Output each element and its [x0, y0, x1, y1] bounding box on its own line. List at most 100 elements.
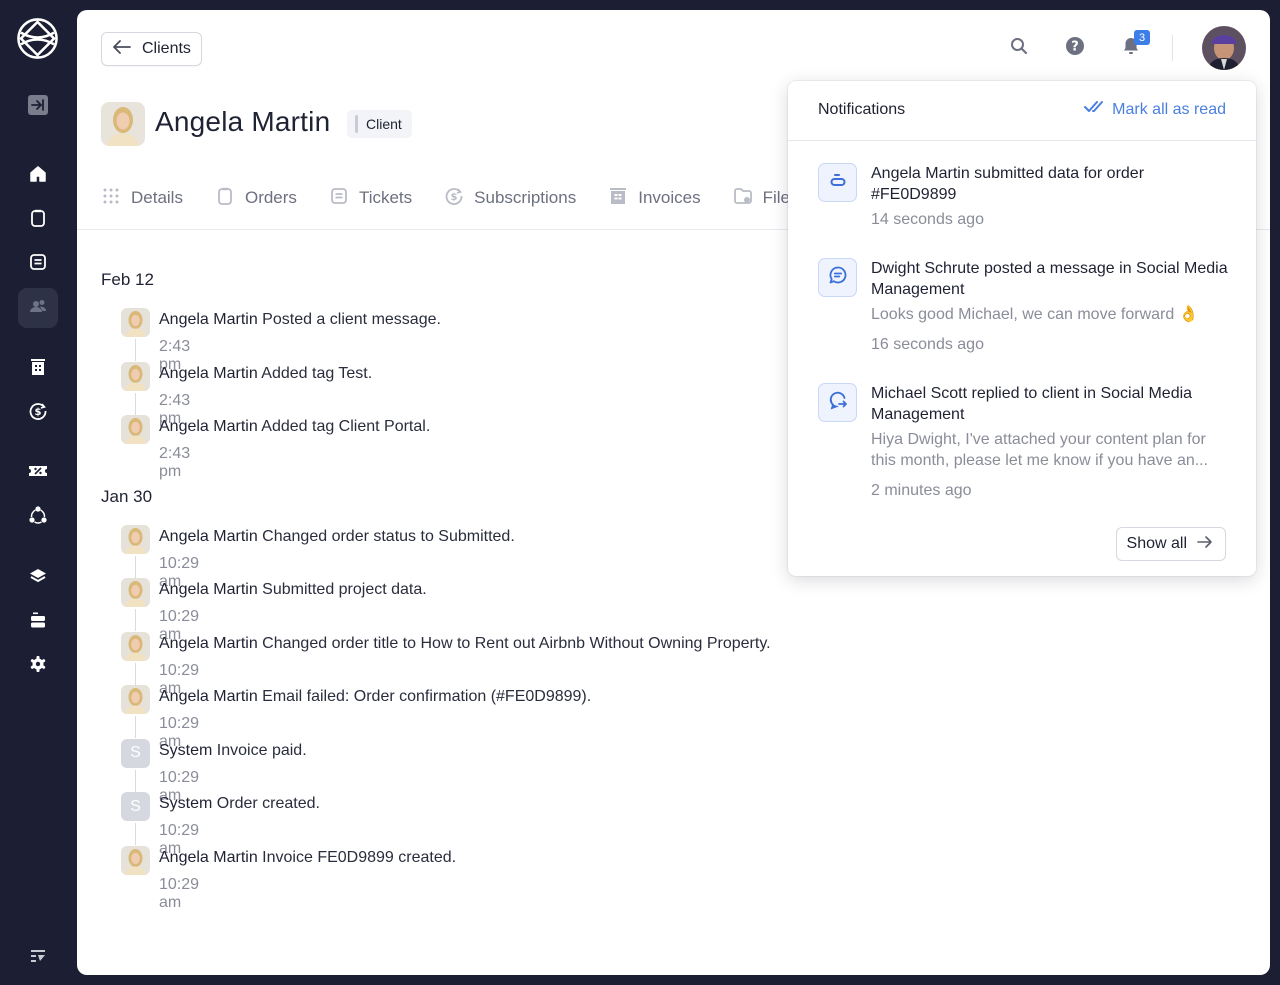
event-text: Added tag Client Portal. — [261, 418, 431, 435]
tab-label: Invoices — [638, 188, 701, 207]
sidebar-item-services[interactable] — [18, 558, 58, 598]
tab-label: Tickets — [358, 188, 413, 207]
sidebar-item-coupons[interactable] — [18, 453, 58, 493]
notifications-title: Notifications — [818, 101, 906, 118]
clipboard-icon — [215, 186, 235, 211]
arrow-left-icon — [112, 39, 132, 60]
timeline-connector — [135, 716, 136, 738]
role-badge-label: Client — [366, 116, 402, 132]
activity-events: Angela Martin Posted a client message. 2… — [121, 308, 441, 480]
ticket-message-icon — [329, 186, 349, 211]
tab-label: Details — [131, 188, 183, 207]
activity-event: Angela Martin Invoice FE0D9899 created. … — [121, 845, 456, 911]
client-role-badge: Client — [347, 110, 412, 138]
tab-orders[interactable]: Orders — [215, 186, 297, 210]
notification-icon-box — [818, 383, 857, 422]
notification-count-badge: 3 — [1134, 30, 1150, 45]
mark-all-read-label: Mark all as read — [1112, 100, 1226, 118]
notifications-dropdown: Notifications Mark all as read Angela Ma… — [788, 81, 1256, 576]
search-button[interactable] — [1007, 36, 1031, 60]
event-text: Order created. — [216, 795, 320, 812]
actor-name: Angela Martin — [159, 311, 258, 328]
help-button[interactable]: ? — [1063, 36, 1087, 60]
timeline-connector — [135, 609, 136, 631]
mark-all-read-button[interactable]: Mark all as read — [1084, 100, 1226, 119]
sidebar-item-home[interactable] — [18, 156, 58, 196]
actor-name: System — [159, 795, 213, 812]
double-check-icon — [1084, 100, 1106, 119]
invoice-icon — [28, 357, 48, 382]
actor-avatar — [121, 308, 150, 337]
activity-event: Angela Martin Email failed: Order confir… — [121, 685, 591, 750]
sidebar-item-settings[interactable] — [18, 646, 58, 686]
notification-title: Angela Martin submitted data for order #… — [871, 165, 1145, 203]
activity-feed: Feb 12 Angela Martin Posted a client mes… — [101, 268, 771, 915]
timeline-connector — [135, 555, 136, 578]
activity-date: Jan 30 — [101, 486, 153, 506]
system-avatar: S — [121, 792, 150, 821]
notification-title: Michael Scott replied to client in Socia… — [871, 385, 1193, 423]
home-icon — [28, 164, 48, 189]
arrow-to-right-icon — [28, 94, 48, 120]
sidebar-item-changelog[interactable] — [18, 938, 58, 978]
notifications-header: Notifications Mark all as read — [788, 81, 1256, 141]
actor-avatar — [121, 631, 150, 661]
back-button-label: Clients — [142, 40, 191, 57]
activity-group: Jan 30 Angela Martin Changed order statu… — [101, 485, 771, 911]
search-icon — [1009, 36, 1029, 61]
sidebar-item-team[interactable] — [18, 602, 58, 642]
app-logo[interactable] — [16, 17, 59, 60]
ticket-message-icon — [28, 252, 48, 277]
tab-tickets[interactable]: Tickets — [329, 186, 412, 210]
activity-event: S System Invoice paid. 10:29 am — [121, 738, 307, 804]
message-icon — [828, 265, 848, 290]
actor-name: Angela Martin — [159, 688, 258, 705]
show-all-label: Show all — [1126, 535, 1187, 552]
actor-avatar — [121, 415, 150, 444]
grid-dots-icon — [101, 186, 121, 211]
actor-avatar — [121, 578, 150, 607]
actor-name: Angela Martin — [159, 527, 258, 545]
sidebar-item-orders[interactable] — [18, 200, 58, 240]
activity-events: Angela Martin Changed order status to Su… — [121, 524, 771, 911]
users-icon — [28, 296, 48, 321]
folder-icon — [733, 186, 753, 211]
filter-lines-icon — [28, 946, 48, 971]
sidebar-item-subscriptions[interactable]: $ — [18, 393, 58, 433]
timeline-connector — [135, 769, 136, 792]
actor-avatar — [121, 685, 150, 714]
event-text: Changed order title to How to Rent out A… — [262, 634, 771, 652]
topbar-divider — [1172, 35, 1173, 61]
tab-invoices[interactable]: Invoices — [608, 186, 701, 211]
back-to-clients-button[interactable]: Clients — [101, 32, 202, 66]
event-text: Posted a client message. — [262, 311, 441, 328]
tab-subscriptions[interactable]: $ Subscriptions — [444, 186, 576, 210]
sidebar-item-collapse[interactable] — [18, 87, 58, 127]
activity-group: Feb 12 Angela Martin Posted a client mes… — [101, 268, 441, 480]
sidebar-item-integrations[interactable] — [18, 497, 58, 537]
event-text: Changed order status to Submitted. — [262, 527, 515, 545]
activity-event: Angela Martin Posted a client message. 2… — [121, 308, 441, 373]
actor-avatar — [121, 845, 150, 875]
timeline-connector — [135, 339, 136, 361]
show-all-notifications-button[interactable]: Show all — [1115, 527, 1226, 561]
actor-name: System — [159, 741, 213, 759]
notification-title: Dwight Schrute posted a message in Socia… — [871, 260, 1228, 298]
briefcase-icon — [28, 610, 48, 635]
activity-event: Angela Martin Added tag Client Portal. 2… — [121, 415, 430, 480]
user-avatar[interactable] — [1202, 26, 1246, 70]
svg-text:?: ? — [1071, 39, 1079, 54]
timeline-connector — [135, 392, 136, 415]
sidebar-item-tickets[interactable] — [18, 244, 58, 284]
sidebar-item-invoices[interactable] — [18, 349, 58, 389]
client-tabs: Details Orders Tickets $ Subscriptions I… — [101, 186, 831, 210]
notification-time: 16 seconds ago — [871, 336, 984, 353]
event-text: Submitted project data. — [262, 581, 427, 598]
actor-name: Angela Martin — [159, 848, 258, 866]
tab-details[interactable]: Details — [101, 186, 183, 210]
network-icon — [28, 505, 48, 530]
invoice-icon — [608, 186, 628, 211]
notification-time: 14 seconds ago — [871, 211, 984, 228]
activity-event: Angela Martin Changed order status to Su… — [121, 524, 515, 590]
sidebar-item-clients[interactable] — [18, 288, 58, 328]
